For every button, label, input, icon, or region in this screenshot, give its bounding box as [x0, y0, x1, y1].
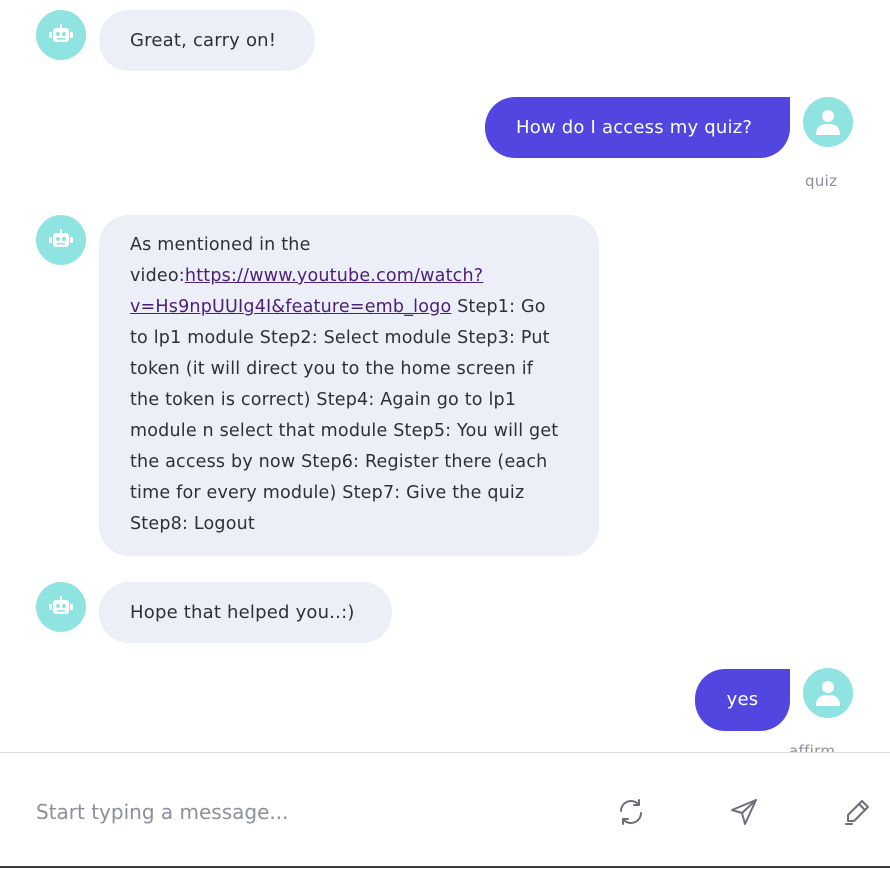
message-text: Step1: Go to lp1 module Step2: Select mo…	[130, 297, 559, 534]
link-text-line1: https://www.youtube.com/watch?	[184, 266, 484, 286]
bot-message: As mentioned in the video:https://www.yo…	[99, 215, 599, 556]
message-text: How do I access my quiz?	[516, 117, 753, 138]
intent-label: quiz	[805, 172, 838, 190]
robot-icon	[49, 229, 73, 247]
link-text-line2: v=Hs9npUUIg4I&feature=emb_logo	[130, 297, 452, 317]
user-icon	[816, 681, 840, 706]
bot-message: Hope that helped you..:)	[99, 582, 392, 643]
user-icon	[816, 110, 840, 135]
refresh-icon	[620, 799, 642, 825]
bot-avatar	[36, 215, 86, 265]
user-message: How do I access my quiz?	[485, 97, 790, 158]
message-composer	[0, 752, 890, 869]
user-avatar	[803, 668, 853, 718]
restart-button[interactable]	[614, 795, 648, 829]
robot-icon	[49, 596, 73, 614]
robot-icon	[49, 24, 73, 42]
message-input[interactable]	[36, 797, 556, 827]
message-text: Great, carry on!	[130, 30, 277, 51]
chat-thread: Great, carry on! How do I access my quiz…	[0, 0, 890, 752]
user-message: yes	[695, 669, 790, 731]
bot-avatar	[36, 582, 86, 632]
user-avatar	[803, 97, 853, 147]
send-button[interactable]	[727, 795, 761, 829]
message-text: Hope that helped you..:)	[130, 602, 355, 623]
bot-message: Great, carry on!	[99, 10, 315, 71]
bot-avatar	[36, 10, 86, 60]
message-text: yes	[726, 689, 759, 710]
intent-label: affirm	[789, 742, 836, 752]
pen-icon	[845, 800, 869, 825]
feedback-button[interactable]	[840, 795, 874, 829]
send-icon	[731, 799, 757, 825]
